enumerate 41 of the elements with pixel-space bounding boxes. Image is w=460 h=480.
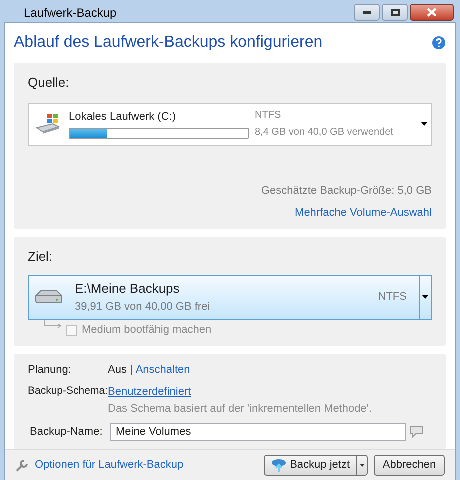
close-icon [427,8,437,17]
window-title: Laufwerk-Backup [24,5,117,22]
close-button[interactable] [410,4,454,21]
scheme-label: Backup-Schema: [28,384,108,399]
separator-text: | [130,362,133,378]
bootable-label: Medium bootfähig machen [82,323,212,338]
windows-drive-icon [35,112,61,136]
multiple-volume-link[interactable]: Mehrfache Volume-Auswahl [295,204,432,221]
free-space-text: 39,91 GB von 40,00 GB frei [75,300,210,315]
help-icon[interactable] [432,36,446,50]
caret-icon [360,464,364,467]
source-label: Quelle: [28,74,70,92]
backup-options-button[interactable] [357,455,368,476]
schedule-label: Planung: [28,362,72,378]
destination-drive-dropdown[interactable]: E:\Meine Backups 39,91 GB von 40,00 GB frei NTFS [28,274,432,320]
filesystem-label: NTFS [378,290,407,305]
branch-arrow-icon [44,320,62,328]
estimate-text: Geschätzte Backup-Größe: 5,0 GB [261,184,432,199]
wrench-icon [15,458,29,472]
cancel-button[interactable]: Abbrechen [374,455,445,476]
scheme-note: Das Schema basiert auf der 'inkrementellen Methode'. [108,402,372,416]
enable-schedule-link[interactable]: Anschalten [136,362,190,378]
backup-name-field[interactable]: Meine Volumes [110,423,406,441]
destination-label: Ziel: [28,248,54,266]
dropdown-arrow-icon [422,295,429,299]
options-link[interactable]: Optionen für Laufwerk-Backup [35,457,184,474]
backup-name-label: Backup-Name: [29,424,104,440]
backup-icon [271,458,288,472]
hard-drive-icon [35,290,63,304]
usage-text: 8,4 GB von 40,0 GB verwendet [255,126,394,140]
destination-path: E:\Meine Backups [75,280,181,298]
filesystem-label: NTFS [255,109,282,123]
schedule-value: Aus [108,362,127,378]
dialog-heading: Ablauf des Laufwerk-Backups konfigurieren [14,33,323,53]
scheme-link[interactable]: Benutzerdefiniert [108,384,192,400]
source-drive-dropdown[interactable]: Lokales Laufwerk (C:) NTFS 8,4 GB von 40,0 GB verwendet [28,102,432,146]
maximize-button[interactable] [382,4,408,21]
drive-name: Lokales Laufwerk (C:) [69,110,177,126]
dropdown-arrow-icon [421,122,428,126]
minimize-button[interactable] [354,4,380,21]
backup-now-button[interactable]: Backup jetzt [264,455,357,476]
